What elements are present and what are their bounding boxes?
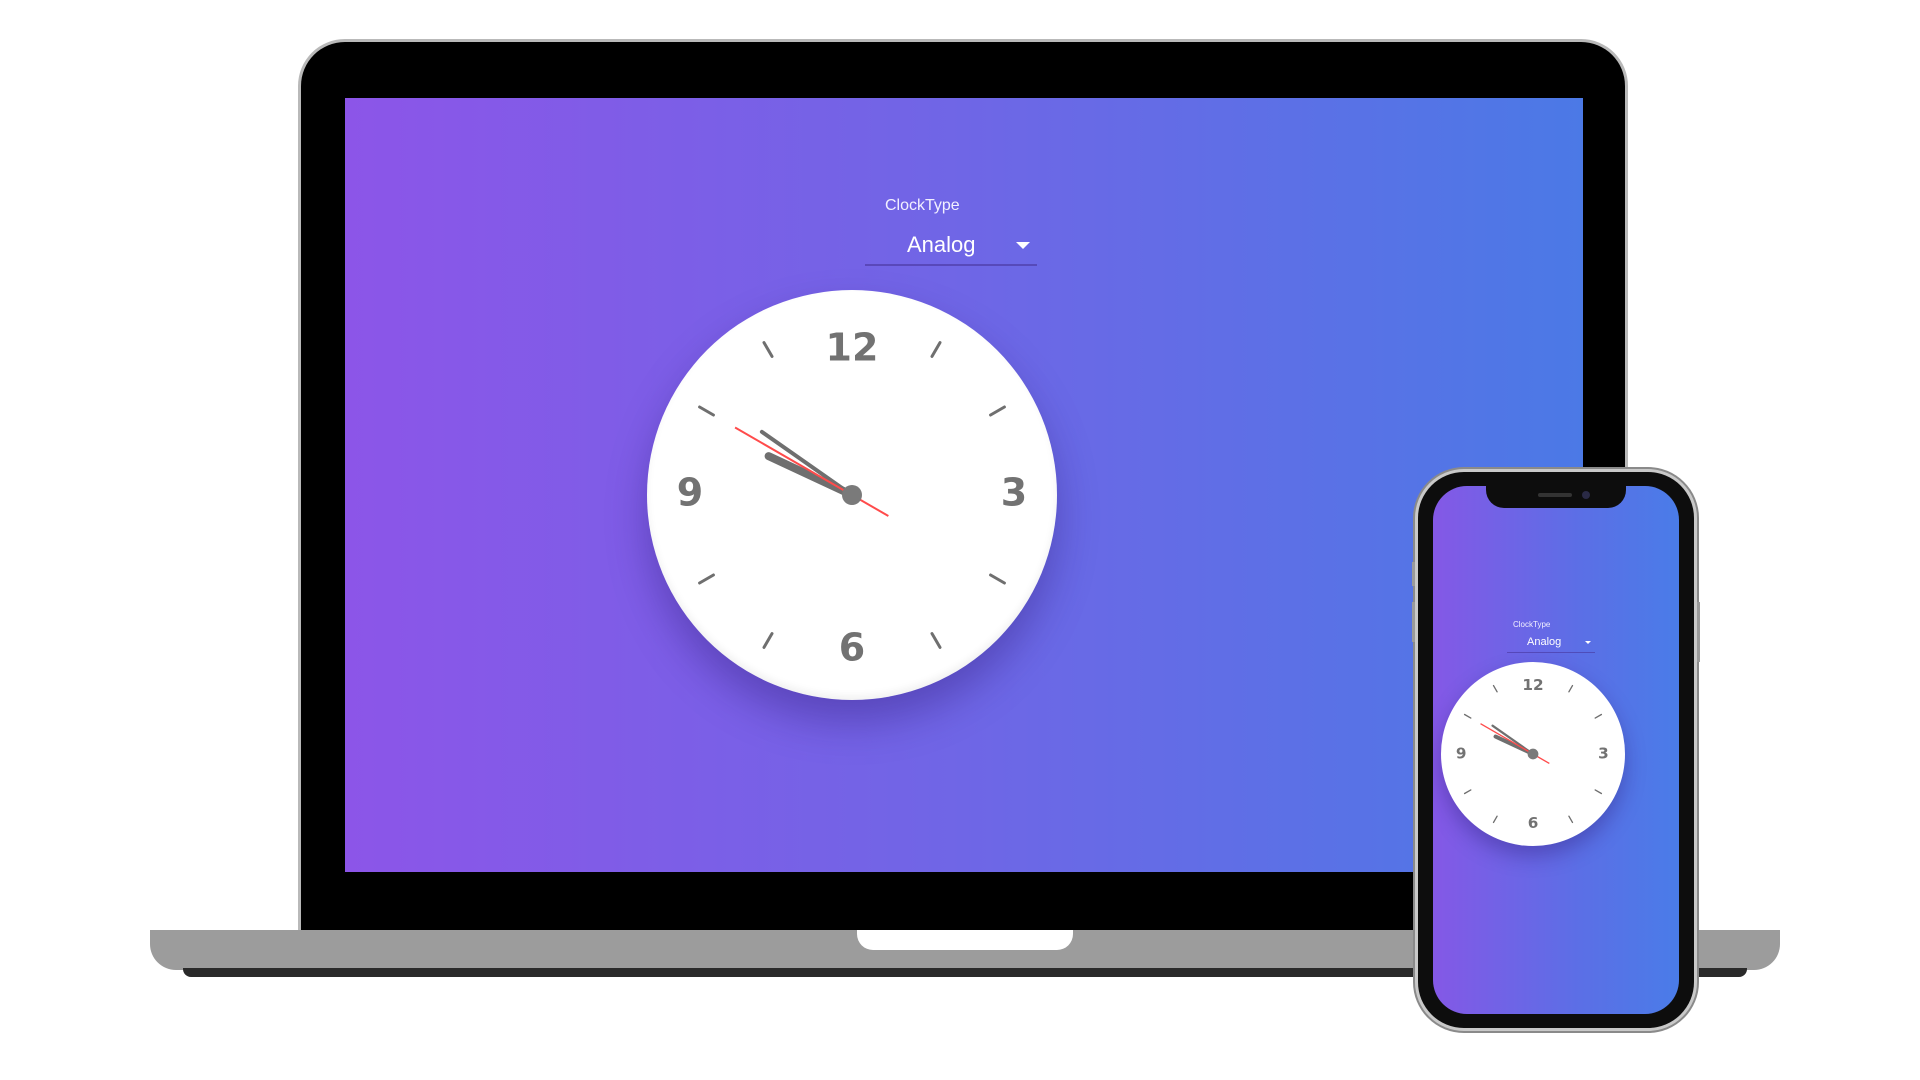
clock-center-pin — [1527, 748, 1539, 760]
clock-tick-mark — [930, 341, 942, 358]
clock-tick-mark — [1568, 684, 1574, 693]
clock-tick-mark — [1568, 815, 1574, 824]
phone-volume-button — [1412, 602, 1415, 642]
phone-power-button — [1697, 602, 1700, 662]
laptop-screen: ClockType Analog 12 3 6 9 — [345, 98, 1583, 872]
clock-number-12: 12 — [1522, 676, 1543, 694]
clock-tick-mark — [989, 573, 1006, 585]
clock-number-3: 3 — [1598, 745, 1609, 763]
clock-app: ClockType Analog 12 3 6 9 — [345, 98, 1583, 872]
clock-number-6: 6 — [1528, 814, 1539, 832]
clock-type-select[interactable]: Analog — [1507, 632, 1595, 653]
phone-notch — [1486, 484, 1626, 508]
clock-tick-mark — [762, 632, 774, 649]
clock-tick-mark — [1492, 684, 1498, 693]
second-hand — [734, 426, 889, 517]
phone-screen: ClockType Analog 12 3 6 9 — [1433, 486, 1679, 1014]
clock-tick-mark — [698, 405, 715, 417]
phone-volume-button — [1412, 562, 1415, 586]
clock-tick-mark — [1594, 713, 1603, 719]
clock-type-value: Analog — [1527, 636, 1562, 648]
clock-tick-mark — [762, 341, 774, 358]
clock-type-label: ClockType — [1513, 620, 1551, 629]
clock-tick-mark — [1492, 815, 1498, 824]
clock-face-svg: 12 3 6 9 — [1456, 676, 1609, 832]
phone-camera — [1582, 491, 1590, 499]
clock-tick-mark — [930, 632, 942, 649]
laptop-trackpad-notch — [857, 930, 1073, 950]
second-hand — [1480, 723, 1550, 765]
phone-device: ClockType Analog 12 3 6 9 — [1412, 472, 1700, 1028]
clock-face-svg: 12 3 6 9 — [677, 326, 1027, 670]
clock-tick-mark — [1463, 713, 1472, 719]
clock-number-6: 6 — [839, 626, 865, 670]
clock-tick-mark — [1594, 789, 1603, 795]
analog-clock: 12 3 6 9 — [647, 290, 1057, 700]
clock-center-pin — [842, 485, 862, 505]
phone-speaker — [1538, 493, 1572, 497]
clock-number-9: 9 — [1456, 745, 1467, 763]
analog-clock: 12 3 6 9 — [1441, 662, 1625, 846]
clock-tick-mark — [989, 405, 1006, 417]
clock-app-mobile: ClockType Analog 12 3 6 9 — [1433, 486, 1679, 1014]
caret-down-icon — [1585, 641, 1591, 644]
clock-tick-mark — [1463, 789, 1472, 795]
clock-number-12: 12 — [826, 326, 879, 370]
hour-hand — [764, 452, 856, 499]
clock-tick-mark — [698, 573, 715, 585]
clock-type-value: Analog — [907, 232, 976, 257]
clock-number-3: 3 — [1001, 471, 1027, 515]
clock-type-select[interactable]: Analog — [865, 226, 1037, 266]
caret-down-icon — [1016, 242, 1030, 249]
clock-type-label: ClockType — [885, 197, 960, 214]
clock-number-9: 9 — [677, 471, 703, 515]
